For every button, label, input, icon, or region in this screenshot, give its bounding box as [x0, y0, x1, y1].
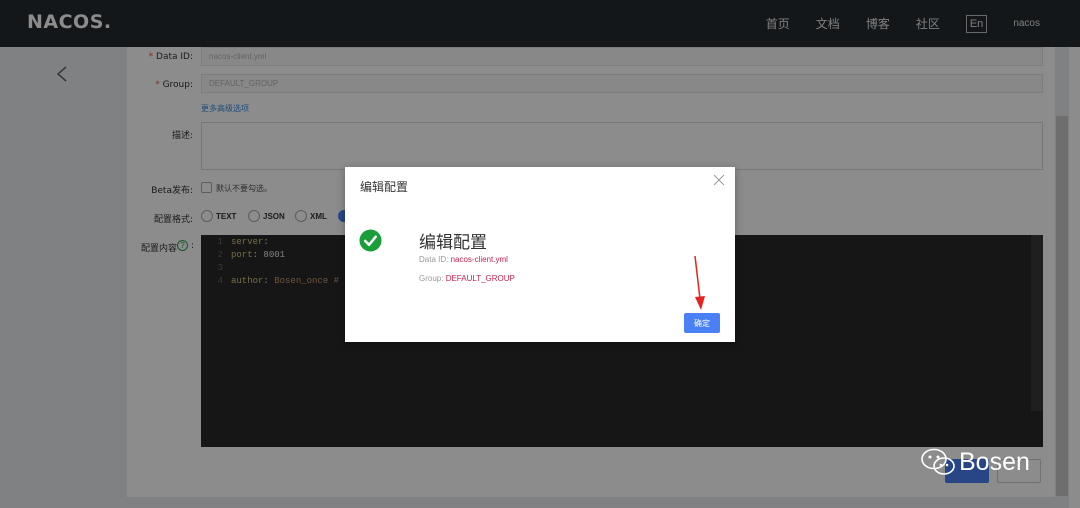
wechat-icon	[921, 448, 955, 475]
close-icon[interactable]	[713, 174, 725, 186]
edit-config-dialog: 编辑配置 编辑配置 Data ID: nacos-client.yml Grou…	[345, 167, 735, 342]
dialog-heading: 编辑配置	[419, 233, 487, 253]
watermark-text: Bosen	[959, 447, 1030, 476]
dialog-data-id: Data ID: nacos-client.yml	[419, 255, 508, 264]
red-arrow-annotation-icon	[694, 255, 705, 310]
confirm-button[interactable]: 确定	[684, 313, 720, 333]
success-check-icon	[359, 229, 382, 252]
dialog-title: 编辑配置	[360, 180, 409, 194]
watermark: Bosen	[920, 445, 1030, 479]
dialog-group: Group: DEFAULT_GROUP	[419, 274, 515, 283]
